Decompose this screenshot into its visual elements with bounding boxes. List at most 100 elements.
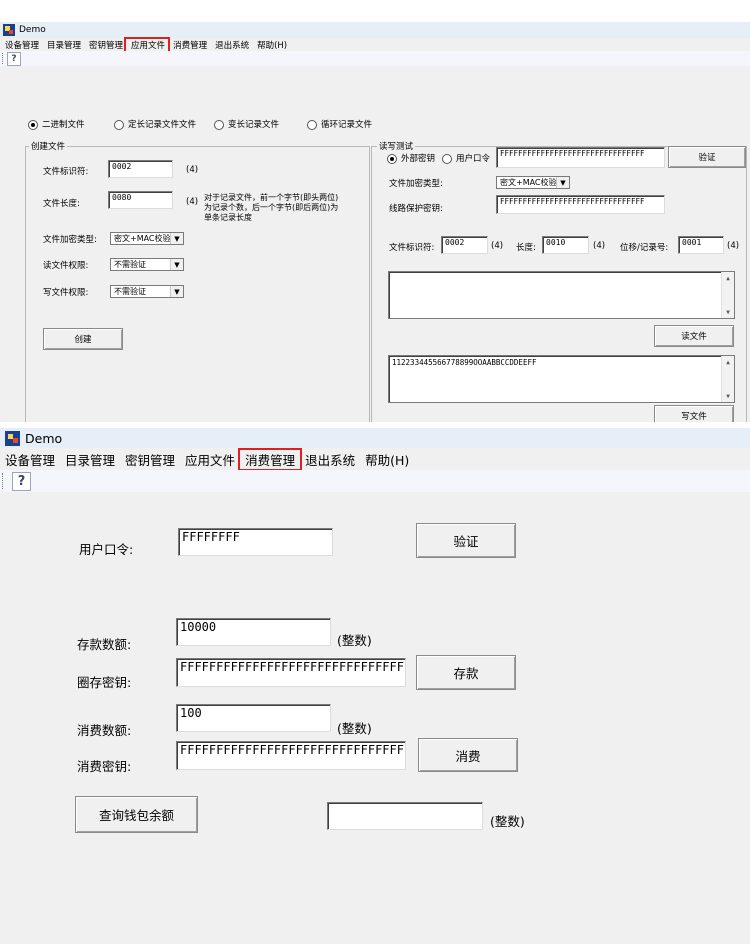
menu-directory-management[interactable]: 目录管理 (60, 450, 120, 469)
radio-external-key[interactable]: 外部密钥 (387, 152, 435, 164)
user-pin-input[interactable]: FFFFFFFF (178, 528, 333, 556)
app-icon (5, 430, 20, 446)
chevron-down-icon[interactable]: ▼ (170, 233, 183, 244)
read-output-textarea[interactable]: ▲ ▼ (388, 271, 735, 319)
menu-device-management[interactable]: 设备管理 (0, 39, 42, 51)
radio-indicator (442, 153, 452, 164)
rw-encrypt-type-select[interactable]: 密文+MAC校验 ▼ (496, 176, 570, 189)
scroll-down-icon[interactable]: ▼ (722, 390, 734, 402)
create-encrypt-type-select[interactable]: 密文+MAC校验 ▼ (110, 232, 184, 245)
load-key-label: 圈存密钥: (77, 675, 132, 690)
create-file-group-title: 创建文件 (29, 140, 68, 152)
rw-file-id-label: 文件标识符: (389, 243, 435, 253)
length-input[interactable]: 0010 (542, 236, 589, 254)
balance-output[interactable] (327, 802, 483, 830)
menu-directory-management[interactable]: 目录管理 (42, 39, 84, 51)
menu-consumption-management[interactable]: 消费管理 (238, 447, 303, 471)
write-data-textarea[interactable]: 112233445566778899OOAABBCCDDEEFF ▲ ▼ (388, 355, 735, 403)
radio-binary-file[interactable]: 二进制文件 (28, 118, 85, 130)
toolbar-grip[interactable] (2, 473, 3, 489)
menu-application-file[interactable]: 应用文件 (124, 36, 171, 53)
read-permission-label: 读文件权限: (43, 261, 89, 271)
menu-device-management[interactable]: 设备管理 (0, 450, 60, 469)
file-length-label: 文件长度: (43, 199, 80, 209)
purchase-amount-input[interactable]: 100 (176, 704, 331, 732)
offset-record-label: 位移/记录号: (620, 243, 669, 253)
window-title: Demo (25, 430, 63, 446)
radio-label: 用户口令 (456, 154, 491, 164)
demo-window-consumption: Demo 设备管理 目录管理 密钥管理 应用文件 消费管理 退出系统 帮助(H)… (0, 428, 750, 944)
purchase-key-label: 消费密钥: (77, 759, 132, 774)
toolbar-grip[interactable] (2, 53, 3, 64)
read-permission-select[interactable]: 不需验证 ▼ (110, 258, 184, 271)
query-balance-button[interactable]: 查询钱包余额 (75, 796, 198, 833)
chevron-down-icon[interactable]: ▼ (170, 286, 183, 297)
deposit-button[interactable]: 存款 (416, 655, 516, 690)
radio-indicator (214, 119, 224, 130)
menu-help[interactable]: 帮助(H) (252, 39, 290, 51)
file-length-input[interactable]: 0080 (108, 191, 173, 209)
radio-label: 循环记录文件 (321, 120, 373, 130)
auth-key-input[interactable]: FFFFFFFFFFFFFFFFFFFFFFFFFFFFFFFF (496, 147, 665, 168)
menu-bar: 设备管理 目录管理 密钥管理 应用文件 消费管理 退出系统 帮助(H) (0, 36, 750, 53)
length-label: 长度: (516, 243, 536, 253)
radio-label: 变长记录文件 (228, 120, 280, 130)
menu-key-management[interactable]: 密钥管理 (84, 39, 126, 51)
radio-user-pin[interactable]: 用户口令 (442, 152, 490, 164)
write-permission-select[interactable]: 不需验证 ▼ (110, 285, 184, 298)
toolbar: ? (0, 51, 750, 67)
verify-button[interactable]: 验证 (668, 146, 746, 168)
title-bar: Demo (0, 22, 750, 38)
read-file-button[interactable]: 读文件 (654, 325, 734, 347)
consumption-pane: 用户口令: FFFFFFFF 验证 存款数额: 10000 (整数) 圈存密钥:… (0, 492, 750, 944)
scrollbar[interactable]: ▲ ▼ (721, 356, 734, 402)
file-length-hint: (4) (186, 197, 199, 207)
read-write-test-group-title: 读写测试 (377, 140, 416, 152)
select-value: 密文+MAC校验 (114, 234, 170, 243)
menu-application-file[interactable]: 应用文件 (180, 450, 240, 469)
purchase-amount-label: 消费数额: (77, 723, 132, 738)
demo-window-app-file: Demo 设备管理 目录管理 密钥管理 应用文件 消费管理 退出系统 帮助(H)… (0, 22, 750, 422)
offset-record-hint: (4) (727, 241, 740, 251)
radio-indicator (114, 119, 124, 130)
file-id-label: 文件标识符: (43, 167, 89, 177)
menu-key-management[interactable]: 密钥管理 (120, 450, 180, 469)
chevron-down-icon[interactable]: ▼ (556, 177, 569, 188)
help-icon[interactable]: ? (12, 472, 31, 491)
purchase-button[interactable]: 消费 (418, 738, 518, 772)
select-value: 不需验证 (114, 287, 146, 296)
select-value: 不需验证 (114, 260, 146, 269)
radio-cyclic-record-file[interactable]: 循环记录文件 (307, 118, 372, 130)
write-file-button[interactable]: 写文件 (654, 405, 734, 422)
offset-record-input[interactable]: 0001 (678, 236, 724, 254)
scroll-up-icon[interactable]: ▲ (722, 356, 734, 368)
menu-consumption-management[interactable]: 消费管理 (168, 39, 210, 51)
file-id-hint: (4) (186, 165, 199, 175)
file-id-input[interactable]: 0002 (108, 160, 173, 178)
radio-variable-record-file[interactable]: 变长记录文件 (214, 118, 279, 130)
create-button[interactable]: 创建 (43, 328, 123, 350)
menu-help[interactable]: 帮助(H) (360, 450, 414, 469)
chevron-down-icon[interactable]: ▼ (170, 259, 183, 270)
load-key-input[interactable]: FFFFFFFFFFFFFFFFFFFFFFFFFFFFFFFF (176, 658, 406, 687)
scrollbar[interactable]: ▲ ▼ (721, 272, 734, 318)
purchase-key-input[interactable]: FFFFFFFFFFFFFFFFFFFFFFFFFFFFFFFF (176, 741, 406, 770)
radio-indicator (28, 119, 38, 130)
verify-button[interactable]: 验证 (416, 523, 516, 558)
menu-bar: 设备管理 目录管理 密钥管理 应用文件 消费管理 退出系统 帮助(H) (0, 447, 750, 471)
balance-hint: (整数) (490, 814, 525, 829)
menu-exit-system[interactable]: 退出系统 (210, 39, 252, 51)
radio-label: 外部密钥 (401, 154, 436, 164)
write-data-text: 112233445566778899OOAABBCCDDEEFF (392, 358, 537, 367)
radio-fixed-record-file[interactable]: 定长记录文件文件 (114, 118, 196, 130)
rw-file-id-input[interactable]: 0002 (441, 236, 488, 254)
app-file-pane: 二进制文件 定长记录文件文件 变长记录文件 循环记录文件 创建文件 文件标识符:… (0, 66, 750, 422)
deposit-amount-hint: (整数) (337, 633, 372, 648)
help-icon[interactable]: ? (7, 52, 21, 66)
scroll-up-icon[interactable]: ▲ (722, 272, 734, 284)
deposit-amount-input[interactable]: 10000 (176, 618, 331, 646)
line-protection-key-input[interactable]: FFFFFFFFFFFFFFFFFFFFFFFFFFFFFFFF (496, 195, 665, 214)
menu-exit-system[interactable]: 退出系统 (300, 450, 360, 469)
scroll-down-icon[interactable]: ▼ (722, 306, 734, 318)
create-encrypt-type-label: 文件加密类型: (43, 235, 97, 245)
